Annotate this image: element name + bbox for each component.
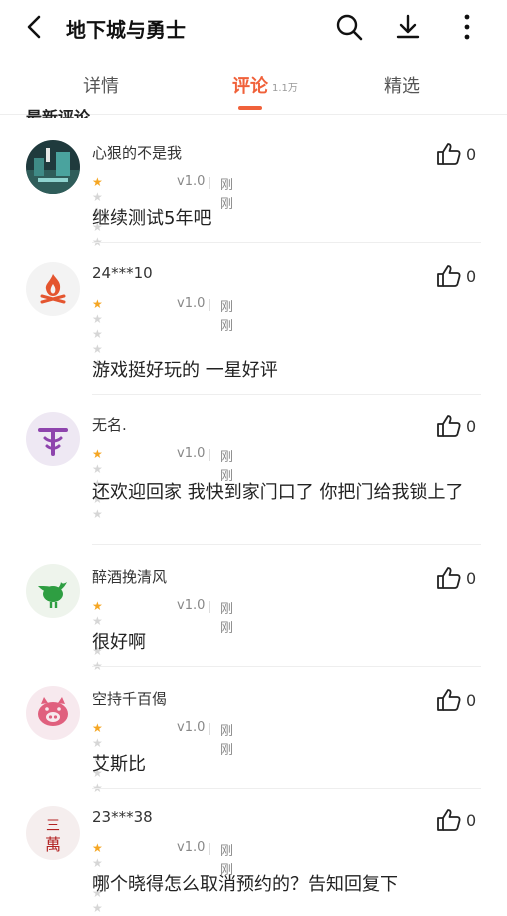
comment-text: 艾斯比 — [92, 754, 146, 775]
search-icon[interactable] — [334, 12, 364, 42]
calligraphy-avatar-image: 三 萬 — [26, 806, 80, 860]
star-icon: ★ — [92, 614, 103, 628]
comment-text: 哪个晓得怎么取消预约的？告知回复下 — [92, 874, 398, 895]
star-icon: ★ — [92, 327, 103, 341]
star-icon: ★ — [92, 175, 103, 189]
version-label: v1.0 — [177, 840, 206, 855]
like-button[interactable]: 0 — [436, 264, 486, 290]
like-button[interactable]: 0 — [436, 688, 486, 714]
like-count: 0 — [466, 811, 477, 830]
tab-featured[interactable]: 精选 — [384, 72, 420, 98]
active-tab-indicator — [238, 106, 262, 110]
like-button[interactable]: 0 — [436, 566, 486, 592]
section-title: 最新评论 — [26, 108, 91, 118]
thumbs-up-icon — [437, 689, 461, 711]
thumbs-up-icon — [437, 567, 461, 589]
thumbs-up-icon — [437, 143, 461, 165]
comment-text: 很好啊 — [92, 632, 146, 653]
svg-text:萬: 萬 — [45, 835, 61, 854]
thumbs-up-icon — [437, 265, 461, 287]
thumbs-up-icon — [437, 809, 461, 831]
comment-username[interactable]: 醉酒挽清风 — [92, 566, 167, 587]
avatar[interactable] — [26, 686, 80, 740]
version-label: v1.0 — [177, 446, 206, 461]
avatar[interactable] — [26, 140, 80, 194]
like-button[interactable]: 0 — [436, 142, 486, 168]
like-count: 0 — [466, 569, 477, 588]
back-arrow-icon[interactable] — [22, 14, 48, 40]
avatar[interactable] — [26, 262, 80, 316]
version-label: v1.0 — [177, 296, 206, 311]
svg-text:三: 三 — [46, 818, 60, 834]
purple-emblem-avatar-icon — [26, 412, 80, 466]
pig-avatar-icon — [26, 686, 80, 740]
star-icon: ★ — [92, 312, 103, 326]
star-icon: ★ — [92, 599, 103, 613]
green-chicken-avatar-icon — [26, 564, 80, 618]
like-count: 0 — [466, 145, 477, 164]
star-icon: ★ — [92, 462, 103, 476]
tab-comments[interactable]: 评论 — [232, 72, 268, 98]
divider — [92, 788, 481, 789]
like-button[interactable]: 0 — [436, 808, 486, 834]
meta-divider — [209, 299, 210, 311]
version-label: v1.0 — [177, 598, 206, 613]
comment-text: 游戏挺好玩的 一星好评 — [92, 360, 278, 381]
thumbs-up-icon — [437, 415, 461, 437]
star-icon: ★ — [92, 507, 103, 521]
avatar[interactable]: 三 萬 — [26, 806, 80, 860]
divider — [92, 666, 481, 667]
star-icon: ★ — [92, 447, 103, 461]
avatar[interactable] — [26, 564, 80, 618]
meta-divider — [209, 449, 210, 461]
top-bar: 地下城与勇士 — [0, 0, 507, 56]
divider — [92, 394, 481, 395]
download-icon[interactable] — [393, 12, 423, 42]
meta-divider — [209, 601, 210, 613]
star-icon: ★ — [92, 721, 103, 735]
meta-divider — [209, 723, 210, 735]
star-icon: ★ — [92, 342, 103, 356]
star-icon: ★ — [92, 736, 103, 750]
avatar[interactable] — [26, 412, 80, 466]
version-label: v1.0 — [177, 720, 206, 735]
like-count: 0 — [466, 417, 477, 436]
star-icon: ★ — [92, 190, 103, 204]
tab-details[interactable]: 详情 — [83, 72, 119, 98]
campfire-avatar-icon — [26, 262, 80, 316]
star-icon: ★ — [92, 841, 103, 855]
divider — [92, 544, 481, 545]
like-count: 0 — [466, 267, 477, 286]
like-count: 0 — [466, 691, 477, 710]
version-label: v1.0 — [177, 174, 206, 189]
timestamp: 刚刚 — [220, 300, 234, 334]
comment-username[interactable]: 24***10 — [92, 264, 153, 282]
comment-username[interactable]: 23***38 — [92, 808, 153, 826]
star-icon: ★ — [92, 856, 103, 870]
meta-divider — [209, 177, 210, 189]
comment-username[interactable]: 空持千百偈 — [92, 688, 167, 709]
comment-text: 还欢迎回家 我快到家门口了 你把门给我锁上了 — [92, 482, 464, 503]
comment-text: 继续测试5年吧 — [92, 208, 212, 229]
avatar-scene-image — [26, 140, 80, 194]
star-icon: ★ — [92, 297, 103, 311]
comment-username[interactable]: 无名. — [92, 414, 127, 435]
divider — [92, 242, 481, 243]
comment-username[interactable]: 心狠的不是我 — [92, 142, 182, 163]
star-icon: ★ — [92, 901, 103, 915]
comment-count-badge: 1.1万 — [272, 83, 298, 94]
page-title: 地下城与勇士 — [66, 18, 186, 42]
more-vertical-icon[interactable] — [452, 12, 482, 42]
meta-divider — [209, 843, 210, 855]
like-button[interactable]: 0 — [436, 414, 486, 440]
